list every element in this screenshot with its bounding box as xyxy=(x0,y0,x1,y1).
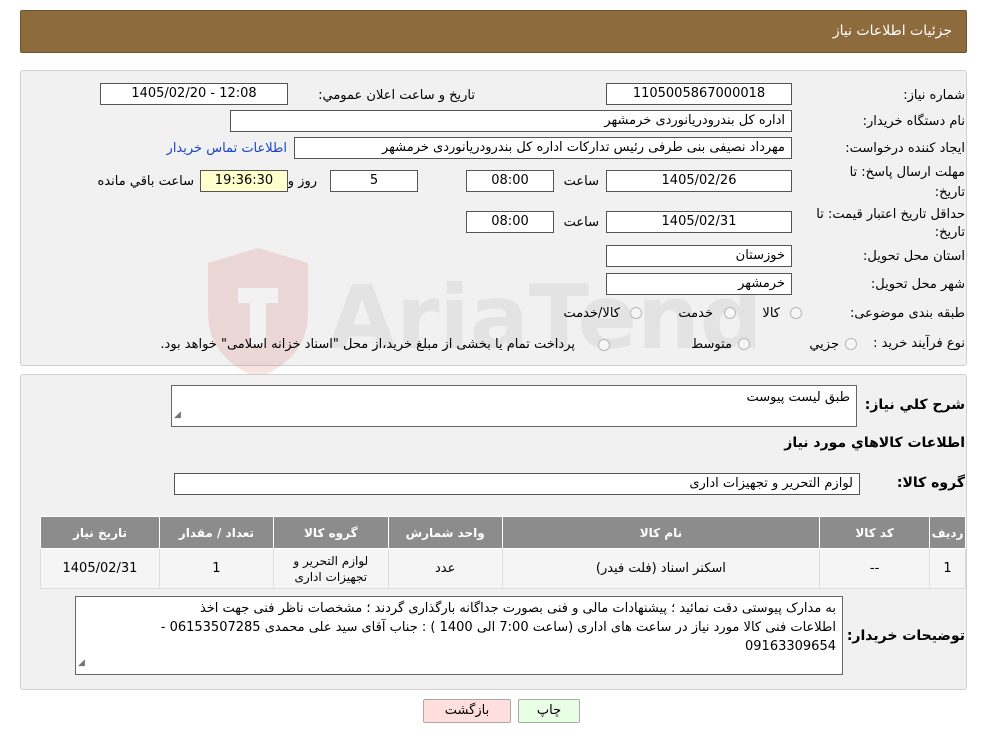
goods-info-title: اطلاعات کالاهاي مورد نياز xyxy=(784,435,965,451)
category-option-goods: کالا xyxy=(762,306,780,321)
deadline-label-2: تاريخ: xyxy=(934,185,965,200)
category-option-service: خدمت xyxy=(678,306,713,321)
cell-item-code: -- xyxy=(819,548,931,589)
creator-field[interactable]: مهرداد نصیفی بنی طرفی رئیس تدارکات اداره… xyxy=(294,137,792,159)
buyer-notes-line-3: 09163309654 xyxy=(745,639,836,654)
cell-row-number: 1 xyxy=(929,548,966,589)
process-option-minor: جزيي xyxy=(809,337,839,352)
cell-unit: عدد xyxy=(387,548,503,589)
summary-textarea[interactable]: طبق لیست پیوست ◢ xyxy=(171,385,857,427)
process-radio-treasury[interactable] xyxy=(598,339,610,351)
city-field[interactable]: خرمشهر xyxy=(606,273,792,295)
province-field[interactable]: خوزستان xyxy=(606,245,792,267)
summary-value: طبق لیست پیوست xyxy=(746,390,850,405)
table-row: 1 -- اسکنر اسناد (فلت فیدر) عدد لوازم ال… xyxy=(40,548,966,589)
city-label: شهر محل تحويل: xyxy=(870,277,965,292)
buyer-label: نام دستگاه خريدار: xyxy=(862,114,965,129)
announce-field[interactable]: 1405/02/20 - 12:08 xyxy=(100,83,288,105)
goods-group-field[interactable]: لوازم التحریر و تجهیزات اداری xyxy=(174,473,860,495)
buyer-notes-line-2: اطلاعات فنی کالا مورد نیاز در ساعت های ا… xyxy=(160,620,836,635)
process-radio-minor[interactable] xyxy=(845,338,857,350)
process-note: پرداخت تمام یا بخشی از مبلغ خرید،از محل … xyxy=(160,337,575,352)
process-label: نوع فرآيند خريد : xyxy=(873,336,965,351)
remaining-time-field: 19:36:30 xyxy=(200,170,288,192)
process-radio-medium[interactable] xyxy=(738,338,750,350)
creator-label: ايجاد کننده درخواست: xyxy=(845,141,965,156)
col-group: گروه کالا xyxy=(272,516,389,549)
cell-group: لوازم التحریر و تجهیزات اداری xyxy=(272,548,389,589)
col-unit: واحد شمارش xyxy=(387,516,503,549)
print-button[interactable]: چاپ xyxy=(518,699,580,723)
deadline-date-field[interactable]: 1405/02/26 xyxy=(606,170,792,192)
buyer-notes-label: توضيحات خريدار: xyxy=(846,628,965,644)
deadline-time-field[interactable]: 08:00 xyxy=(466,170,554,192)
need-number-label: شماره نیاز: xyxy=(903,88,965,103)
province-label: استان محل تحويل: xyxy=(863,249,965,264)
days-label: روز و xyxy=(287,174,317,189)
items-table: رديف کد کالا نام کالا واحد شمارش گروه کا… xyxy=(40,516,966,589)
page-title: جزئیات اطلاعات نیاز xyxy=(832,23,952,39)
category-radio-goods[interactable] xyxy=(790,307,802,319)
validity-time-field[interactable]: 08:00 xyxy=(466,211,554,233)
col-quantity: تعداد / مقدار xyxy=(158,516,274,549)
page-header: جزئیات اطلاعات نیاز xyxy=(20,10,967,53)
col-row-number: رديف xyxy=(929,516,966,549)
validity-time-label: ساعت xyxy=(563,215,599,230)
resize-handle-icon[interactable]: ◢ xyxy=(78,654,85,673)
category-radio-both[interactable] xyxy=(630,307,642,319)
announce-label: تاریخ و ساعت اعلان عمومي: xyxy=(318,88,475,103)
remaining-label: ساعت باقي مانده xyxy=(97,174,194,189)
need-number-field[interactable]: 1105005867000018 xyxy=(606,83,792,105)
validity-date-field[interactable]: 1405/02/31 xyxy=(606,211,792,233)
buyer-notes-line-1: به مدارک پیوستی دقت نمائید ؛ پیشنهادات م… xyxy=(199,601,836,616)
cell-quantity: 1 xyxy=(158,548,274,589)
resize-handle-icon[interactable]: ◢ xyxy=(174,406,181,425)
back-button[interactable]: بازگشت xyxy=(423,699,511,723)
table-header-row: رديف کد کالا نام کالا واحد شمارش گروه کا… xyxy=(40,516,966,549)
validity-label: حداقل تاريخ اعتبار قيمت: تا xyxy=(816,207,965,222)
goods-group-label: گروه کالا: xyxy=(896,475,965,491)
process-option-medium: متوسط xyxy=(691,337,732,352)
buyer-contact-link[interactable]: اطلاعات تماس خريدار xyxy=(167,141,287,156)
buyer-field[interactable]: اداره کل بندرودریانوردی خرمشهر xyxy=(230,110,792,132)
deadline-time-label: ساعت xyxy=(563,174,599,189)
summary-label: شرح کلي نياز: xyxy=(864,397,965,413)
buyer-notes-textarea[interactable]: به مدارک پیوستی دقت نمائید ؛ پیشنهادات م… xyxy=(75,596,843,675)
validity-label-2: تاريخ: xyxy=(934,225,965,240)
col-item-code: کد کالا xyxy=(819,516,931,549)
col-item-name: نام کالا xyxy=(501,516,821,549)
category-option-both: کالا/خدمت xyxy=(563,306,620,321)
cell-need-date: 1405/02/31 xyxy=(40,548,160,589)
category-label: طبقه بندی موضوعی: xyxy=(849,306,965,321)
category-radio-service[interactable] xyxy=(724,307,736,319)
deadline-label: مهلت ارسال پاسخ: تا xyxy=(849,165,965,180)
days-field[interactable]: 5 xyxy=(330,170,418,192)
col-need-date: تاريخ نياز xyxy=(40,516,160,549)
cell-item-name: اسکنر اسناد (فلت فیدر) xyxy=(501,548,821,589)
